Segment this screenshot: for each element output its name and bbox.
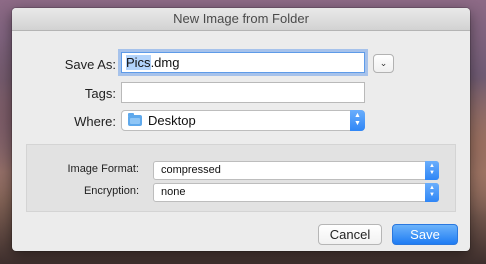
encryption-label: Encryption: [83, 185, 139, 197]
save-as-label: Save As: [64, 57, 116, 72]
updown-arrows-icon: ▲ ▼ [425, 161, 439, 180]
encryption-value: none [161, 186, 186, 198]
save-as-extension-text: .dmg [150, 55, 180, 70]
new-image-dialog: New Image from Folder Save As: Pics.dmg … [12, 8, 470, 251]
cancel-button[interactable]: Cancel [318, 224, 382, 245]
save-button[interactable]: Save [392, 224, 458, 245]
save-as-field[interactable]: Pics.dmg [121, 52, 365, 73]
image-format-popup[interactable]: compressed ▲ ▼ [153, 161, 439, 180]
image-options-panel: Image Format: compressed ▲ ▼ Encryption: … [26, 144, 456, 212]
image-format-label: Image Format: [67, 163, 139, 175]
where-value: Desktop [148, 113, 196, 128]
tags-label: Tags: [84, 86, 116, 101]
updown-arrows-icon: ▲ ▼ [425, 183, 439, 202]
image-format-value: compressed [161, 164, 221, 176]
folder-icon [128, 113, 142, 126]
save-as-selected-text: Pics [126, 55, 151, 70]
encryption-popup[interactable]: none ▲ ▼ [153, 183, 439, 202]
where-popup[interactable]: Desktop ▲ ▼ [121, 110, 365, 131]
updown-arrows-icon: ▲ ▼ [350, 110, 365, 131]
chevron-down-icon: ⌄ [379, 58, 388, 68]
where-label: Where: [74, 114, 116, 129]
tags-field[interactable] [121, 82, 365, 103]
expand-dialog-button[interactable]: ⌄ [373, 54, 394, 73]
dialog-title: New Image from Folder [12, 8, 470, 31]
